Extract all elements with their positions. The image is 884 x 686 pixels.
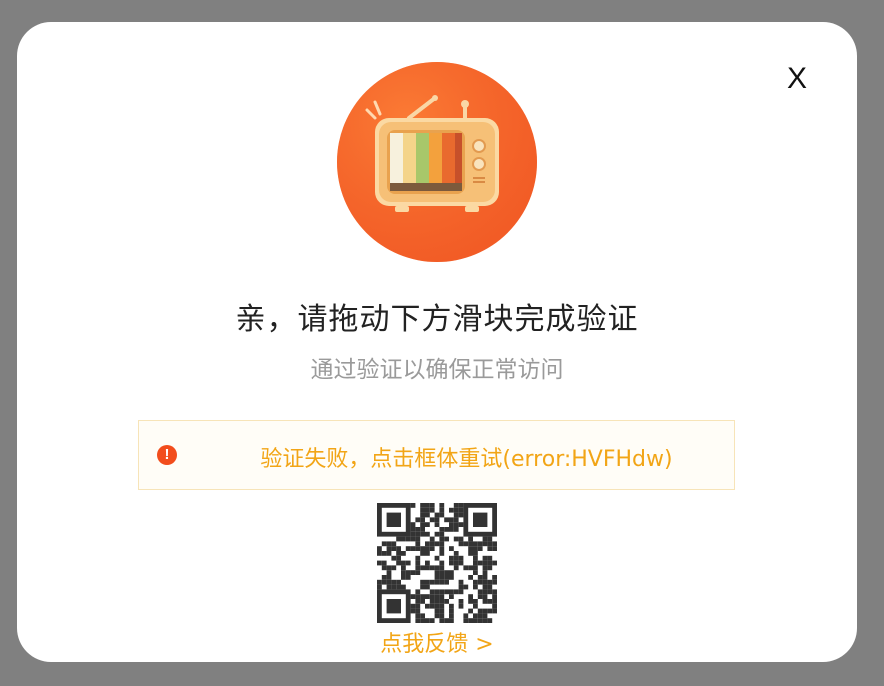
tv-illustration-icon (337, 62, 537, 262)
feedback-link[interactable]: 点我反馈 > (17, 626, 857, 658)
error-retry-box[interactable]: ! 验证失败，点击框体重试(error:HVFHdw) (138, 420, 735, 490)
error-message: 验证失败，点击框体重试(error:HVFHdw) (260, 447, 673, 472)
page-title: 亲，请拖动下方滑块完成验证 (235, 302, 639, 337)
page-subtitle: 通过验证以确保正常访问 (310, 357, 564, 383)
qr-code (377, 503, 497, 623)
verification-dialog: X 亲，请拖动下方滑块完成验证 通过验证以确保正常访问 ! 验证失败，点击框体重… (17, 22, 857, 662)
close-button[interactable]: X (787, 64, 807, 94)
